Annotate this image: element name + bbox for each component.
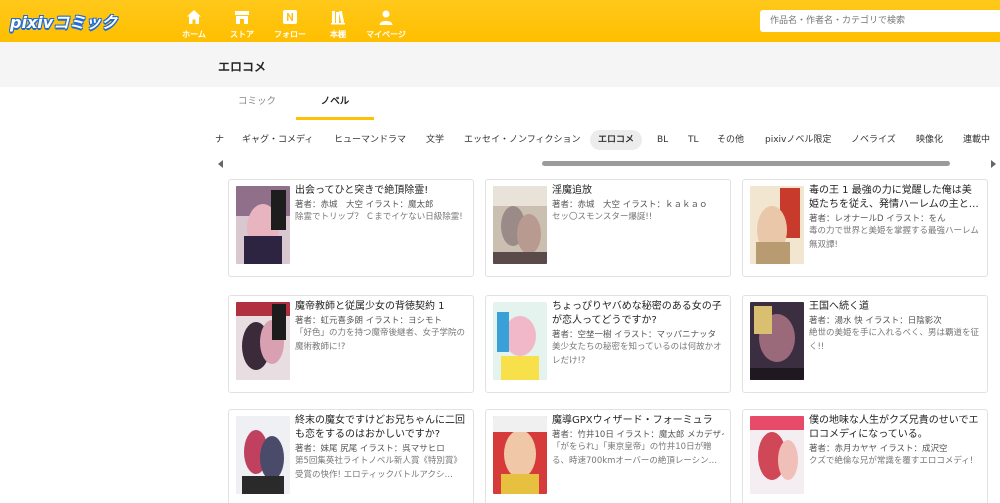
scroll-left-arrow-icon[interactable] (218, 160, 223, 168)
book-title[interactable]: 僕の地味な人生がクズ兄貴のせいでエロコメディになっている。 (809, 414, 981, 442)
nav-mypage-label: マイページ (366, 30, 406, 39)
book-title[interactable]: 終末の魔女ですけどお兄ちゃんに二回も恋をするのはおかしいですか? (295, 414, 467, 442)
book-description: 毒の力で世界と美姫を掌握する最強ハーレム無双譚! (809, 226, 979, 250)
genre-chip[interactable]: ギャグ・コメディ (234, 130, 321, 150)
book-title[interactable]: 淫魔追放 (552, 184, 724, 198)
scrollbar-thumb[interactable] (542, 161, 950, 166)
bookshelf-icon (331, 10, 345, 25)
genre-chip[interactable]: TL (680, 130, 707, 150)
genre-chip[interactable]: 映像化 (908, 130, 951, 150)
genre-chip[interactable]: その他 (709, 130, 752, 150)
book-card[interactable]: 魔導GPXウィザード・フォーミュラ 著者：竹井10日 イラスト：魔太郎 メカデザ… (485, 409, 731, 503)
book-card[interactable]: 終末の魔女ですけどお兄ちゃんに二回も恋をするのはおかしいですか? 著者：妹尾 尻… (228, 409, 474, 503)
nav-store-label: ストア (230, 30, 254, 39)
nav-home-label: ホーム (182, 30, 206, 39)
book-authors: 著者：赤城 大空 イラスト：ｋａｋａｏ (552, 200, 708, 210)
book-description: 「がをられ」「東京皇帝」の竹井10日が贈る、時速700kmオーバーの絶頂レーシン… (552, 442, 718, 466)
store-icon (235, 11, 249, 24)
genre-chip[interactable]: pixivノベル限定 (757, 130, 839, 150)
book-card[interactable]: 出会ってひと突きで絶頂除霊! 著者：赤城 大空 イラスト：魔太郎 除霊でトリップ… (228, 179, 474, 277)
book-description: セッ〇スモンスター爆誕!! (552, 212, 653, 222)
nav-bookshelf[interactable]: 本棚 (314, 0, 362, 42)
genre-chip[interactable]: 連載中 (955, 130, 998, 150)
nav-mypage[interactable]: マイページ (362, 0, 410, 42)
search-input[interactable] (760, 10, 1000, 32)
follow-icon (283, 10, 297, 24)
genre-chip[interactable]: BL (649, 130, 676, 150)
genre-chip-bar: ナ ギャグ・コメディ ヒューマンドラマ 文学 エッセイ・ノンフィクション エロコ… (210, 128, 1000, 152)
book-cover-image (750, 416, 804, 494)
main-nav: ホーム ストア フォロー 本棚 マイページ (170, 0, 410, 42)
book-authors: 著者：竹井10日 イラスト：魔太郎 メカデザイン：大豚 (552, 430, 724, 440)
book-cover-image (236, 302, 290, 380)
book-description: 「好色」の力を持つ魔帝後継者、女子学院の魔術教師に!? (295, 328, 466, 352)
genre-chip[interactable]: ナ (210, 130, 232, 150)
book-title[interactable]: 毒の王 1 最強の力に覚醒した俺は美姫たちを従え、発情ハーレムの主と… (809, 184, 981, 212)
book-card[interactable]: ちょっぴりヤバめな秘密のある女の子が恋人ってどうですか? 著者：空埜一樹 イラス… (485, 295, 731, 393)
book-cover-image (493, 416, 547, 494)
nav-follow[interactable]: フォロー (266, 0, 314, 42)
user-icon (379, 10, 393, 25)
logo-text: pixivコミック (10, 13, 118, 32)
page-title: エロコメ (218, 60, 267, 74)
top-header: pixivコミック ホーム ストア フォロー 本棚 マイページ (0, 0, 1000, 42)
book-card[interactable]: 毒の王 1 最強の力に覚醒した俺は美姫たちを従え、発情ハーレムの主と… 著者：レ… (742, 179, 988, 277)
book-description: クズで絶倫な兄が常識を覆すエロコメディ! (809, 456, 974, 466)
nav-follow-label: フォロー (274, 30, 306, 39)
book-title[interactable]: 魔帝教師と従属少女の背徳契約 1 (295, 300, 467, 314)
book-authors: 著者：湯水 快 イラスト：日陰影次 (809, 316, 942, 326)
book-card[interactable]: 淫魔追放 著者：赤城 大空 イラスト：ｋａｋａｏ セッ〇スモンスター爆誕!! (485, 179, 731, 277)
book-authors: 著者：レオナールD イラスト：をん (809, 214, 946, 224)
tab-novel[interactable]: ノベル (296, 88, 374, 120)
nav-bookshelf-label: 本棚 (330, 30, 346, 39)
book-cover-image (236, 416, 290, 494)
book-title[interactable]: 魔導GPXウィザード・フォーミュラ (552, 414, 724, 428)
scroll-right-arrow-icon[interactable] (991, 160, 996, 168)
genre-chip[interactable]: エッセイ・ノンフィクション (456, 130, 589, 150)
genre-chip[interactable]: 文学 (418, 130, 452, 150)
book-description: 除霊でトリップ？ Ｃまでイケない日級除霊! (295, 212, 463, 222)
book-cover-image (750, 302, 804, 380)
book-authors: 著者：虹元喜多朗 イラスト：ヨシモト (295, 316, 443, 326)
book-authors: 著者：妹尾 尻尾 イラスト：呉マサヒロ (295, 444, 445, 454)
nav-home[interactable]: ホーム (170, 0, 218, 42)
book-title[interactable]: 王国へ続く道 (809, 300, 981, 314)
genre-chip[interactable]: ノベライズ (843, 130, 904, 150)
pixiv-comic-logo[interactable]: pixivコミック (10, 10, 117, 32)
book-authors: 著者：赤月カヤヤ イラスト：成沢空 (809, 444, 948, 454)
home-icon (187, 10, 201, 24)
book-title[interactable]: ちょっぴりヤバめな秘密のある女の子が恋人ってどうですか? (552, 300, 724, 328)
book-description: 第5回集英社ライトノベル新人賞《特別賞》受賞の快作! エロティックバトルアクシ… (295, 456, 462, 480)
book-card[interactable]: 魔帝教師と従属少女の背徳契約 1 著者：虹元喜多朗 イラスト：ヨシモト 「好色」… (228, 295, 474, 393)
title-band (0, 42, 1000, 87)
book-cover-image (493, 186, 547, 264)
book-authors: 著者：空埜一樹 イラスト：マッパニナッタ (552, 330, 717, 340)
book-cover-image (236, 186, 290, 264)
book-card[interactable]: 僕の地味な人生がクズ兄貴のせいでエロコメディになっている。 著者：赤月カヤヤ イ… (742, 409, 988, 503)
book-description: 絶世の美姫を手に入れるべく、男は覇道を征く!! (809, 328, 980, 352)
nav-store[interactable]: ストア (218, 0, 266, 42)
book-card[interactable]: 王国へ続く道 著者：湯水 快 イラスト：日陰影次 絶世の美姫を手に入れるべく、男… (742, 295, 988, 393)
book-description: 美少女たちの秘密を知っているのは何故かオレだけ!? (552, 342, 722, 366)
genre-scrollbar[interactable] (218, 159, 1000, 169)
genre-chip-active[interactable]: エロコメ (590, 130, 643, 150)
genre-chip[interactable]: ヒューマンドラマ (326, 130, 414, 150)
book-title[interactable]: 出会ってひと突きで絶頂除霊! (295, 184, 467, 198)
book-cover-image (750, 186, 804, 264)
book-authors: 著者：赤城 大空 イラスト：魔太郎 (295, 200, 434, 210)
book-cover-image (493, 302, 547, 380)
tab-comic[interactable]: コミック (218, 88, 296, 120)
